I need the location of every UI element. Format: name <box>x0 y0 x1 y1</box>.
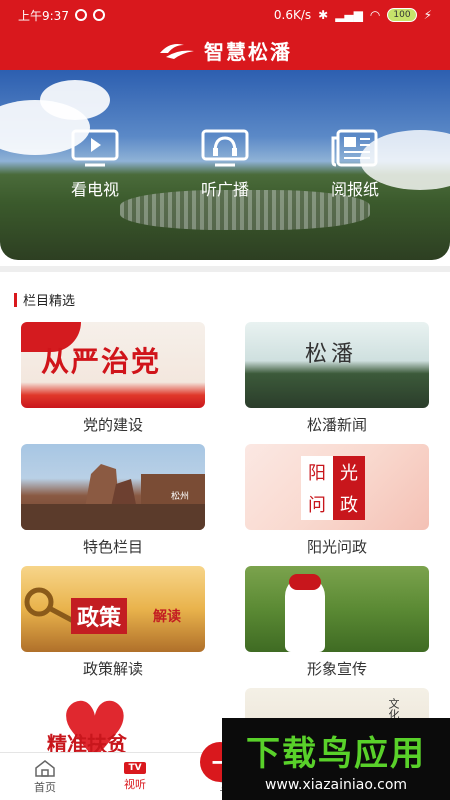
wifi-icon: ◠ <box>369 8 381 22</box>
column-card-image-promotion[interactable]: 形象宣传 <box>244 566 430 679</box>
tab-video[interactable]: TV 视听 <box>90 753 180 800</box>
thumbnail-text: 松州 <box>171 492 190 502</box>
bluetooth-icon: ✱ <box>318 8 329 22</box>
section-divider <box>0 266 450 272</box>
column-card-sunshine-inquiry[interactable]: 阳 光 问 政 阳光问政 <box>244 444 430 557</box>
section-accent-bar <box>14 292 17 307</box>
column-card-party-building[interactable]: 从严治党 党的建设 <box>20 322 206 435</box>
watch-tv-button[interactable]: 看电视 <box>70 128 120 200</box>
seal-char: 阳 <box>301 456 333 488</box>
watermark-title: 下载鸟应用 <box>246 733 426 774</box>
column-card-featured[interactable]: 松州 特色栏目 <box>20 444 206 557</box>
column-label: 松潘新闻 <box>306 416 367 434</box>
watermark: 下载鸟应用 www.xiazainiao.com <box>222 718 450 800</box>
thumbnail-text: 松潘 <box>305 342 358 367</box>
column-label: 形象宣传 <box>306 660 367 678</box>
column-thumbnail: 从严治党 <box>21 322 205 408</box>
column-thumbnail <box>245 566 429 652</box>
notification-icon-2 <box>92 9 105 21</box>
seal-char: 光 <box>333 456 365 488</box>
tab-home-label: 首页 <box>34 780 56 794</box>
logo-icon <box>160 44 194 59</box>
column-label: 特色栏目 <box>82 538 143 556</box>
statue-illustration <box>21 464 205 530</box>
column-card-policy[interactable]: 政策 解读 政策解读 <box>20 566 206 679</box>
read-newspaper-label: 阅报纸 <box>330 180 379 199</box>
thumbnail-text: 从严治党 <box>41 345 162 378</box>
tab-video-label: 视听 <box>124 777 146 791</box>
seal-char: 政 <box>333 488 365 520</box>
app-title: 智慧松潘 <box>204 39 292 64</box>
status-time: 上午9:37 <box>18 8 69 23</box>
tv-icon <box>71 129 119 167</box>
column-label: 阳光问政 <box>306 538 367 556</box>
notification-icon <box>74 9 87 21</box>
watch-tv-label: 看电视 <box>70 180 119 199</box>
listen-radio-button[interactable]: 听广播 <box>200 128 250 200</box>
seal-char: 问 <box>301 488 333 520</box>
app-logo: 智慧松潘 <box>158 36 292 65</box>
signal-icon: ▂▄▆ <box>335 8 363 22</box>
read-newspaper-button[interactable]: 阅报纸 <box>330 128 380 200</box>
newspaper-icon <box>331 129 378 167</box>
tab-home[interactable]: 首页 <box>0 753 90 800</box>
column-card-songpan-news[interactable]: 松潘 松潘新闻 <box>244 322 430 435</box>
section-title: 栏目精选 <box>23 294 76 309</box>
watermark-url: www.xiazainiao.com <box>264 776 408 793</box>
hero-banner: 看电视 听广播 阅报纸 <box>0 70 450 260</box>
home-icon <box>35 759 55 777</box>
radio-icon <box>201 129 249 167</box>
hat-decoration <box>289 574 321 590</box>
column-thumbnail: 松潘 <box>245 322 429 408</box>
section-header: 栏目精选 <box>14 290 75 309</box>
column-thumbnail: 政策 解读 <box>21 566 205 652</box>
column-label: 政策解读 <box>82 660 143 678</box>
column-thumbnail: 松州 <box>21 444 205 530</box>
battery-icon: 100 <box>387 8 417 22</box>
thumbnail-text: 政策 <box>71 598 128 634</box>
tv-badge-icon: TV <box>124 761 146 774</box>
charging-icon: ⚡ <box>423 8 432 22</box>
listen-radio-label: 听广播 <box>200 180 249 199</box>
status-bar: 上午9:37 0.6K/s ✱ ▂▄▆ ◠ 100 ⚡ <box>0 0 450 30</box>
column-label: 党的建设 <box>82 416 143 434</box>
app-header: 智慧松潘 <box>0 30 450 70</box>
sunshine-seal: 阳 光 问 政 <box>301 456 365 520</box>
network-speed: 0.6K/s <box>273 8 312 22</box>
thumbnail-subtext: 解读 <box>153 609 181 625</box>
column-thumbnail: 阳 光 问 政 <box>245 444 429 530</box>
cloud-decoration <box>40 80 110 120</box>
